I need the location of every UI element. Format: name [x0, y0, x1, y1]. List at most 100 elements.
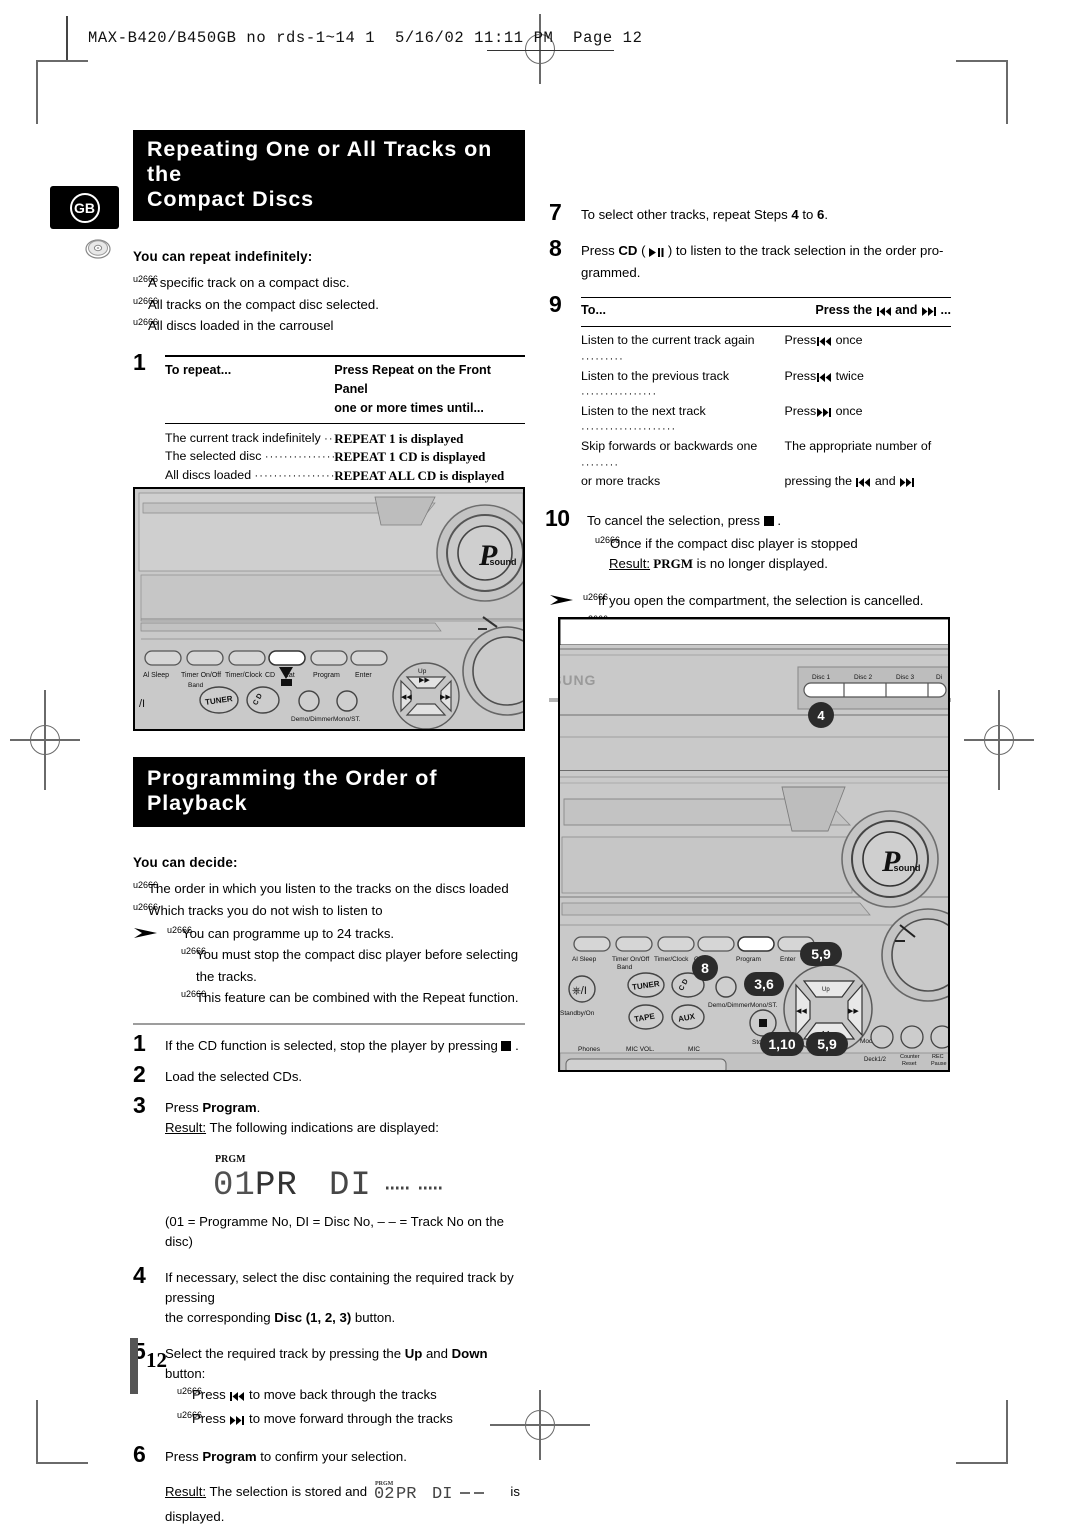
list-item: Press to move forward through the tracks	[177, 1408, 525, 1431]
step-number: 4	[133, 1261, 146, 1288]
header-press-a: Press the	[815, 303, 876, 318]
step8-d: ) to listen to the track selection in th…	[664, 243, 944, 259]
step8-b: CD	[618, 243, 638, 259]
table-header-row: To repeat... Press Repeat on the Front P…	[165, 355, 525, 424]
crop-line-top-right-h	[956, 60, 1008, 62]
svg-text:Timer On/Off: Timer On/Off	[181, 672, 221, 679]
regmark-circle	[525, 1410, 555, 1440]
list-item: Press to move back through the tracks	[177, 1384, 525, 1407]
regmark-circle	[30, 725, 60, 755]
svg-text:P: P	[478, 539, 498, 572]
svg-text:Enter: Enter	[355, 672, 372, 679]
press-pre: Press	[784, 403, 817, 418]
stop-button-icon	[763, 515, 774, 526]
crop-line-bottom-left-h	[36, 1462, 88, 1464]
step-number: 8	[549, 235, 562, 262]
note-arrow-icon	[550, 595, 573, 606]
svg-text:Counter: Counter	[900, 1054, 920, 1060]
svg-text:Enter: Enter	[780, 956, 796, 963]
callout-label: 5,9	[811, 946, 831, 962]
press-post: once	[835, 333, 863, 348]
svg-text:Mono/ST.: Mono/ST.	[333, 716, 361, 723]
repeat-bullet-list: A specific track on a compact disc. All …	[133, 272, 525, 336]
svg-text:Disc 3: Disc 3	[896, 674, 914, 681]
step-p6: 6 Press Program to confirm your selectio…	[133, 1443, 525, 1527]
svg-text:⎈/I: ⎈/I	[572, 985, 587, 997]
step-p6-line-c: to confirm your selection.	[256, 1449, 407, 1465]
leader-dots: ····················	[581, 423, 677, 436]
result-label: Result:	[609, 556, 651, 572]
callout-1-10: 1,10	[760, 1032, 804, 1056]
previous-track-icon	[876, 303, 892, 322]
brand-text: SUNG	[560, 672, 596, 688]
table-cell-press: REPEAT 1 CD is displayed	[334, 449, 486, 465]
step-7: 7 To select other tracks, repeat Steps 4…	[549, 201, 951, 225]
press-post: twice	[835, 368, 864, 383]
list-item: The order in which you listen to the tra…	[133, 878, 525, 899]
svg-text:P: P	[881, 845, 901, 878]
step-9: 9 To... Press the and ... Listen to the …	[549, 293, 952, 493]
list-item: You must stop the compact disc player be…	[181, 944, 525, 987]
list-item: If you open the compartment, the selecti…	[583, 590, 951, 611]
svg-text:.sound: .sound	[891, 863, 921, 873]
previous-track-icon	[229, 1386, 245, 1407]
step-p4-body: If necessary, select the disc containing…	[165, 1268, 525, 1328]
svg-text:◀◀: ◀◀	[401, 694, 412, 701]
step-p6-body: Press Program to confirm your selection.…	[165, 1447, 525, 1527]
lead-repeat-indefinitely: You can repeat indefinitely:	[133, 249, 313, 265]
svg-text:Up: Up	[822, 987, 830, 993]
step-p4-line1: If necessary, select the disc containing…	[165, 1269, 514, 1306]
svg-text:REC: REC	[932, 1054, 944, 1060]
result-text-a: The selection is stored and	[206, 1484, 371, 1500]
callout-5-9-top: 5,9	[800, 942, 842, 966]
step-p5-b1-b: to move back through the tracks	[245, 1387, 437, 1403]
step-p5-line-b: Up	[404, 1346, 423, 1362]
list-item: A specific track on a compact disc.	[133, 272, 525, 293]
callout-label: 8	[701, 960, 709, 976]
svg-text:Phones: Phones	[578, 1046, 601, 1053]
lcd-legend: (01 = Programme No, DI = Disc No, – – = …	[165, 1213, 504, 1249]
note-programming: You can programme up to 24 tracks. You m…	[133, 923, 525, 1009]
table-cell-press: pressing the and	[785, 473, 952, 493]
section-title-line1: Repeating One or All Tracks on the	[147, 137, 493, 187]
lcd-display-readout: PRGM 01 PR DI	[211, 1148, 525, 1210]
step-p2: 2 Load the selected CDs.	[133, 1062, 525, 1087]
svg-text:Timer/Clock: Timer/Clock	[225, 672, 263, 679]
step10-line1: To cancel the selection, press	[587, 512, 760, 528]
svg-text:Program: Program	[736, 956, 761, 963]
step-7-text: To select other tracks, repeat Steps 4 t…	[581, 205, 951, 225]
table-cell-press: Press twice	[785, 368, 952, 403]
table-cell-to: All discs loaded	[165, 467, 252, 482]
step-p4-line2-c: button.	[351, 1310, 396, 1326]
list-item: This feature can be combined with the Re…	[181, 987, 525, 1008]
leader-dots: ···················	[264, 451, 334, 464]
step-p5-b2-a: Press	[192, 1410, 230, 1426]
step8-e: grammed.	[581, 265, 641, 281]
previous-track-icon	[816, 334, 832, 352]
table-header-press: Press the and ...	[755, 301, 951, 322]
step-number: 1	[133, 348, 146, 375]
step-p1: 1 If the CD function is selected, stop t…	[133, 1029, 519, 1056]
table-header-row: To... Press the and ...	[581, 297, 951, 328]
lcd-display-inline: PRGM 02 PR DI	[374, 1477, 504, 1507]
svg-text:Deck1/2: Deck1/2	[864, 1057, 887, 1063]
callout-label: 4	[817, 707, 825, 723]
step-p3-line-b: Program	[202, 1099, 257, 1115]
step-p5-line-a: Select the required track by pressing th…	[165, 1346, 405, 1362]
svg-text:Pause: Pause	[931, 1061, 947, 1067]
step-number: 7	[549, 199, 562, 225]
step-p5-line-c: and	[422, 1346, 452, 1362]
crop-line-bottom-left	[36, 1400, 38, 1464]
regmark-circle	[984, 725, 1014, 755]
table-row: Listen to the current track again ······…	[581, 332, 951, 367]
table-header-to-repeat: To repeat...	[165, 362, 232, 377]
note-arrow-icon	[134, 928, 157, 939]
svg-text:DI: DI	[329, 1167, 372, 1204]
leader-dots: ········	[581, 458, 620, 471]
svg-text:Di: Di	[936, 674, 942, 681]
table-row: Skip forwards or backwards one ········ …	[581, 438, 951, 473]
result-label: Result:	[165, 1484, 207, 1500]
step-number: 6	[133, 1441, 146, 1468]
crop-line-top-left-h	[36, 60, 88, 62]
callout-5-9-bottom: 5,9	[806, 1032, 848, 1056]
